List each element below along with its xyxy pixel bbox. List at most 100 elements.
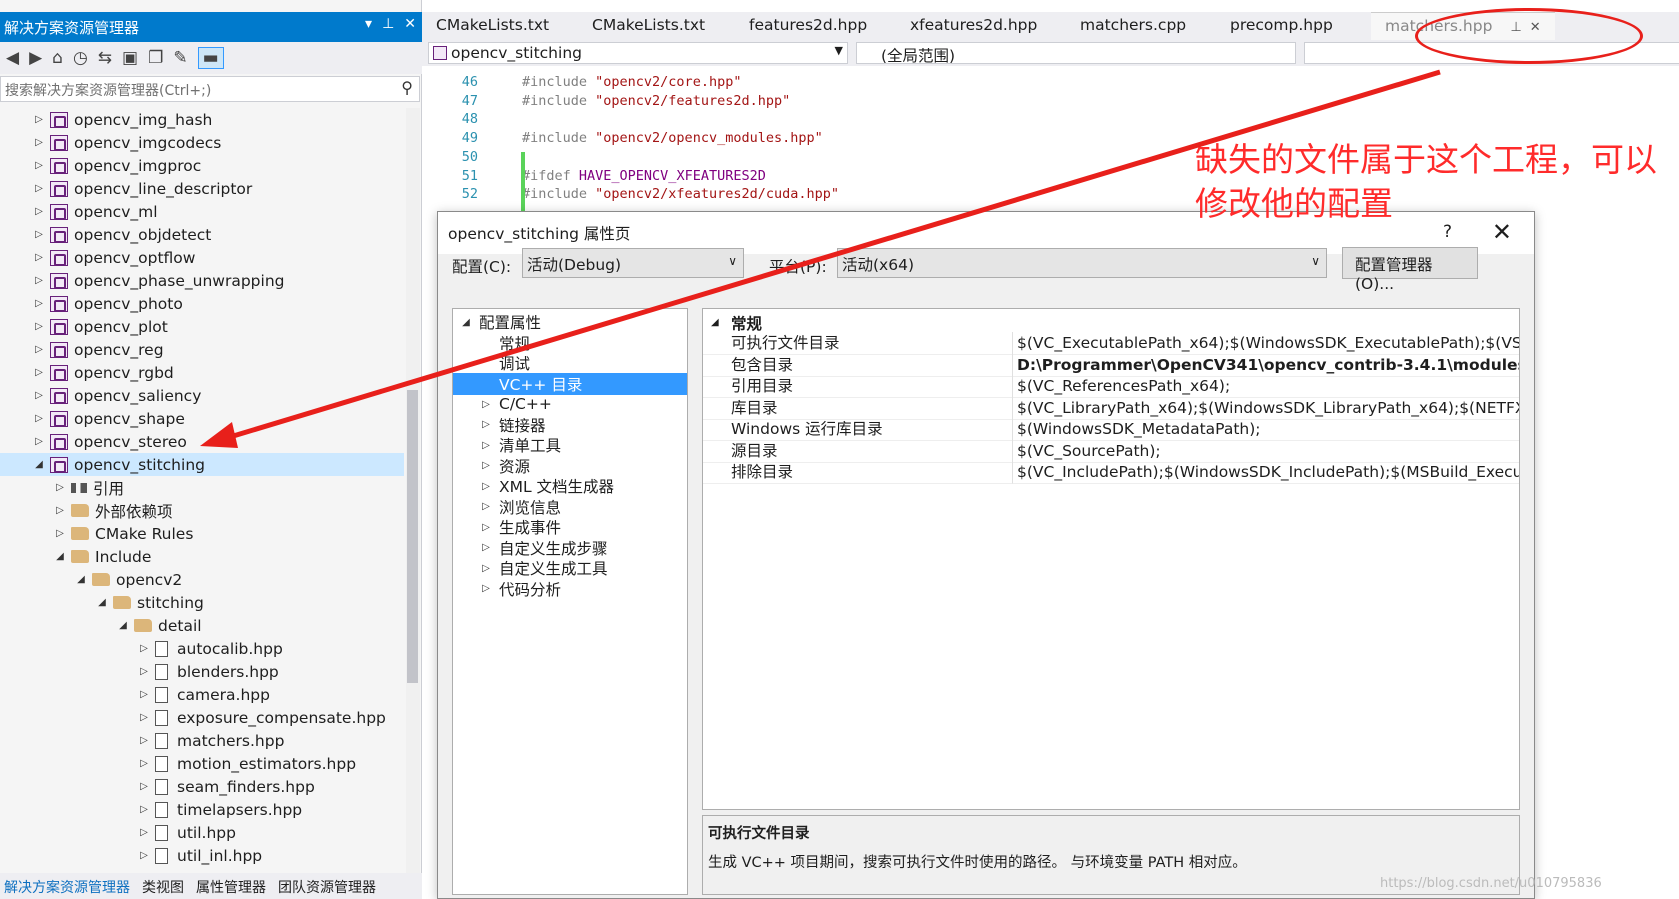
expand-icon[interactable]: ▷ <box>479 399 493 410</box>
expand-icon[interactable]: ▷ <box>479 542 493 553</box>
tree-item[interactable]: ▷ util.hpp <box>0 821 404 844</box>
project-dropdown[interactable]: opencv_stitching ▼ <box>428 42 848 64</box>
category-item[interactable]: ▷ 链接器 <box>453 414 687 436</box>
category-item[interactable]: ▷ 代码分析 <box>453 578 687 600</box>
tree-item[interactable]: ▷ 引用 <box>0 476 404 499</box>
tree-scrollbar-thumb[interactable] <box>407 390 418 683</box>
collapse-icon[interactable]: ◢ <box>459 317 473 328</box>
config-manager-button[interactable]: 配置管理器(O)... <box>1342 247 1478 293</box>
collapse-icon[interactable]: ◢ <box>95 597 109 608</box>
editor-tab[interactable]: features2d.hpp <box>735 12 896 40</box>
tree-item[interactable]: ▷ opencv_ml <box>0 200 404 223</box>
expand-icon[interactable]: ▷ <box>479 522 493 533</box>
tree-item[interactable]: ▷ opencv_optflow <box>0 246 404 269</box>
expand-icon[interactable]: ▷ <box>479 563 493 574</box>
tree-item[interactable]: ◢ Include <box>0 545 404 568</box>
expand-icon[interactable]: ▷ <box>32 160 46 171</box>
expand-icon[interactable]: ▷ <box>32 229 46 240</box>
tree-item[interactable]: ▷ 外部依赖项 <box>0 499 404 522</box>
expand-icon[interactable]: ▷ <box>137 712 151 723</box>
pin-icon[interactable]: ⊥ <box>382 16 394 32</box>
expand-icon[interactable]: ▷ <box>137 689 151 700</box>
tree-item[interactable]: ▷ opencv_stereo <box>0 430 404 453</box>
expand-icon[interactable]: ▷ <box>137 666 151 677</box>
tree-item[interactable]: ▷ matchers.hpp <box>0 729 404 752</box>
property-row[interactable]: 引用目录 $(VC_ReferencesPath_x64); <box>703 375 1519 398</box>
code-line[interactable]: 47 #include "opencv2/features2d.hpp" <box>422 91 1679 111</box>
editor-tab[interactable]: precomp.hpp <box>1216 12 1365 40</box>
tree-item[interactable]: ▷ opencv_line_descriptor <box>0 177 404 200</box>
expand-icon[interactable]: ▷ <box>32 390 46 401</box>
expand-icon[interactable]: ▷ <box>479 481 493 492</box>
tree-item[interactable]: ▷ autocalib.hpp <box>0 637 404 660</box>
category-item[interactable]: ▷ XML 文档生成器 <box>453 475 687 497</box>
editor-tab[interactable]: matchers.cpp <box>1066 12 1216 40</box>
tree-item[interactable]: ▷ opencv_reg <box>0 338 404 361</box>
collapse-icon[interactable]: ◢ <box>116 620 130 631</box>
tree-item[interactable]: ▷ blenders.hpp <box>0 660 404 683</box>
history-icon[interactable]: ◷ <box>73 48 88 68</box>
expand-icon[interactable]: ▷ <box>32 413 46 424</box>
property-value[interactable]: $(VC_LibraryPath_x64);$(WindowsSDK_Libra… <box>1013 397 1519 420</box>
category-item[interactable]: ▷ C/C++ <box>453 393 687 415</box>
close-icon[interactable]: ✕ <box>404 16 416 32</box>
editor-tab[interactable]: xfeatures2d.hpp <box>896 12 1066 40</box>
editor-tab[interactable]: CMakeLists.txt <box>578 12 735 40</box>
property-row[interactable]: 排除目录 $(VC_IncludePath);$(WindowsSDK_Inclu… <box>703 461 1519 484</box>
property-row[interactable]: 可执行文件目录 $(VC_ExecutablePath_x64);$(Window… <box>703 332 1519 355</box>
collapse-icon[interactable]: ◢ <box>32 459 46 470</box>
tree-item[interactable]: ◢ opencv2 <box>0 568 404 591</box>
expand-icon[interactable]: ▷ <box>32 321 46 332</box>
scope-dropdown[interactable]: (全局范围) <box>856 42 1296 65</box>
tree-item[interactable]: ▷ exposure_compensate.hpp <box>0 706 404 729</box>
platform-combo[interactable]: 活动(x64) ∨ <box>837 248 1327 278</box>
code-line[interactable]: 48 <box>422 109 1679 129</box>
sync-icon[interactable]: ⇆ <box>98 48 112 68</box>
tree-item[interactable]: ▷ opencv_shape <box>0 407 404 430</box>
tree-item[interactable]: ▷ opencv_rgbd <box>0 361 404 384</box>
collapse-all-icon[interactable]: ▣ <box>122 48 138 68</box>
expand-icon[interactable]: ▷ <box>479 501 493 512</box>
tree-item[interactable]: ◢ opencv_stitching <box>0 453 404 476</box>
expand-icon[interactable]: ▷ <box>137 804 151 815</box>
category-item[interactable]: ▷ 浏览信息 <box>453 496 687 518</box>
collapse-icon[interactable]: ◢ <box>53 551 67 562</box>
property-row[interactable]: Windows 运行库目录 $(WindowsSDK_MetadataPath); <box>703 418 1519 441</box>
tree-item[interactable]: ▷ camera.hpp <box>0 683 404 706</box>
home-icon[interactable]: ⌂ <box>52 48 63 68</box>
tree-item[interactable]: ▷ opencv_objdetect <box>0 223 404 246</box>
expand-icon[interactable]: ▷ <box>137 781 151 792</box>
forward-icon[interactable]: ▶ <box>29 48 42 68</box>
code-line[interactable]: 46 #include "opencv2/core.hpp" <box>422 72 1679 92</box>
back-icon[interactable]: ◀ <box>6 48 19 68</box>
show-all-files-icon[interactable]: ❐ <box>148 48 163 68</box>
expand-icon[interactable]: ▷ <box>32 137 46 148</box>
tree-item[interactable]: ▷ timelapsers.hpp <box>0 798 404 821</box>
tree-item[interactable]: ▷ opencv_phase_unwrapping <box>0 269 404 292</box>
tree-item[interactable]: ◢ detail <box>0 614 404 637</box>
tree-item[interactable]: ▷ motion_estimators.hpp <box>0 752 404 775</box>
property-value[interactable]: D:\Programmer\OpenCV341\opencv_contrib-3… <box>1013 354 1519 377</box>
expand-icon[interactable]: ▷ <box>137 850 151 861</box>
expand-icon[interactable]: ▷ <box>479 440 493 451</box>
tree-item[interactable]: ◢ stitching <box>0 591 404 614</box>
tab-property-manager[interactable]: 属性管理器 <box>196 877 266 896</box>
expand-icon[interactable]: ▷ <box>32 275 46 286</box>
tree-item[interactable]: ▷ opencv_saliency <box>0 384 404 407</box>
preview-icon[interactable]: ▬ <box>197 47 224 69</box>
category-item[interactable]: ▷ 资源 <box>453 455 687 477</box>
expand-icon[interactable]: ▷ <box>479 419 493 430</box>
expand-icon[interactable]: ▷ <box>479 460 493 471</box>
expand-icon[interactable]: ▷ <box>137 827 151 838</box>
expand-icon[interactable]: ▷ <box>53 482 67 493</box>
category-item[interactable]: ▷ 生成事件 <box>453 516 687 538</box>
expand-icon[interactable]: ▷ <box>32 206 46 217</box>
solution-explorer-search-input[interactable]: 搜索解决方案资源管理器(Ctrl+;) ⚲ <box>0 76 420 102</box>
tab-team-explorer[interactable]: 团队资源管理器 <box>278 877 376 896</box>
expand-icon[interactable]: ▷ <box>137 643 151 654</box>
expand-icon[interactable]: ▷ <box>32 114 46 125</box>
category-item[interactable]: VC++ 目录 <box>453 372 687 395</box>
tree-item[interactable]: ▷ opencv_imgproc <box>0 154 404 177</box>
property-row[interactable]: 包含目录 D:\Programmer\OpenCV341\opencv_contr… <box>703 353 1519 377</box>
grid-section-header[interactable]: ◢ 常规 <box>703 311 1519 334</box>
